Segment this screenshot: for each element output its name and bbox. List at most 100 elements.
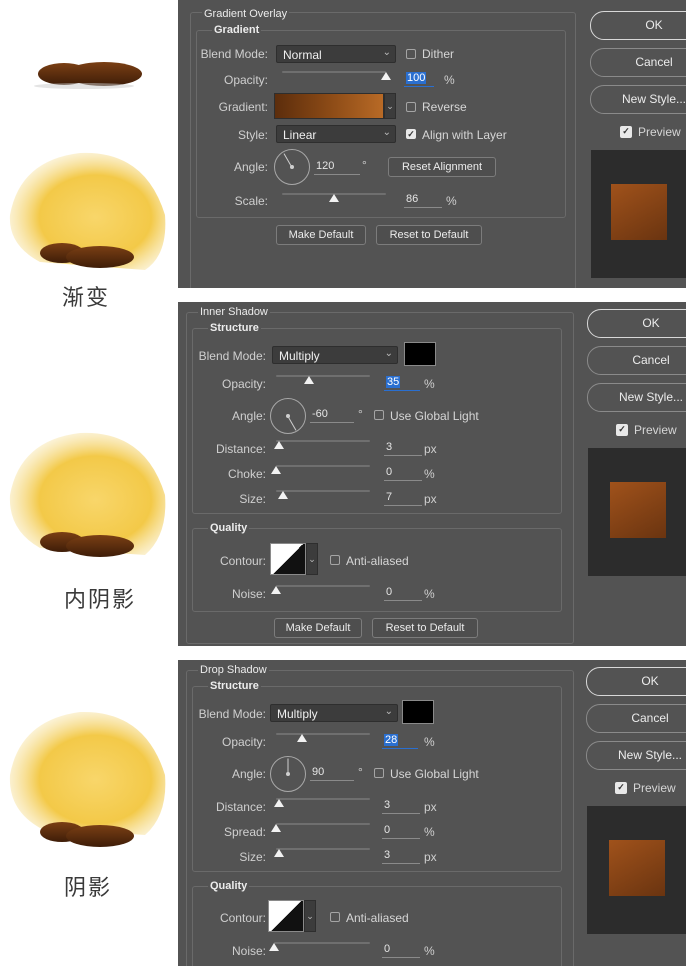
shadow-color-swatch[interactable] bbox=[402, 700, 434, 724]
ok-button[interactable]: OK bbox=[586, 667, 686, 696]
slider-thumb[interactable] bbox=[329, 194, 339, 202]
contour-picker[interactable] bbox=[270, 543, 306, 575]
chevron-down-icon: ⌄ bbox=[306, 911, 314, 921]
opacity-input[interactable]: 35 bbox=[384, 376, 420, 391]
use-global-light-checkbox[interactable] bbox=[374, 768, 384, 778]
chevron-down-icon: ⌄ bbox=[382, 127, 391, 138]
panel-title: Drop Shadow bbox=[198, 664, 269, 676]
opacity-input[interactable]: 100 bbox=[404, 72, 434, 87]
size-value: 3 bbox=[384, 849, 391, 861]
slider-thumb[interactable] bbox=[269, 943, 279, 951]
noise-value: 0 bbox=[386, 586, 393, 598]
shadow-color-swatch[interactable] bbox=[404, 342, 436, 366]
reverse-checkbox[interactable] bbox=[406, 102, 416, 112]
reset-to-default-button[interactable]: Reset to Default bbox=[376, 225, 482, 245]
angle-input[interactable]: 90 bbox=[310, 766, 354, 781]
slider-thumb[interactable] bbox=[381, 72, 391, 80]
slider-thumb[interactable] bbox=[271, 586, 281, 594]
gradient-dropdown[interactable]: ⌄ bbox=[384, 93, 396, 119]
angle-value: 120 bbox=[316, 160, 335, 172]
opacity-slider[interactable] bbox=[276, 730, 370, 742]
angle-dial[interactable] bbox=[270, 398, 306, 434]
opacity-input[interactable]: 28 bbox=[382, 734, 418, 749]
blend-mode-select[interactable]: Normal ⌄ bbox=[276, 45, 396, 63]
cancel-button[interactable]: Cancel bbox=[586, 704, 686, 733]
spread-input[interactable]: 0 bbox=[382, 824, 420, 839]
anti-aliased-checkbox[interactable] bbox=[330, 912, 340, 922]
reset-to-default-button[interactable]: Reset to Default bbox=[372, 618, 478, 638]
angle-dial[interactable] bbox=[270, 756, 306, 792]
new-style-button[interactable]: New Style... bbox=[590, 85, 686, 114]
slider-thumb[interactable] bbox=[277, 491, 288, 499]
noise-input[interactable]: 0 bbox=[382, 943, 420, 958]
style-label: Style: bbox=[237, 128, 268, 142]
chevron-down-icon: ⌄ bbox=[386, 101, 394, 111]
choke-slider[interactable] bbox=[271, 462, 370, 474]
scale-input[interactable]: 86 bbox=[404, 193, 442, 208]
preview-swatch bbox=[610, 482, 666, 538]
angle-input[interactable]: -60 bbox=[310, 408, 354, 423]
size-slider[interactable] bbox=[276, 487, 370, 499]
distance-label: Distance: bbox=[215, 442, 266, 456]
blend-mode-select[interactable]: Multiply ⌄ bbox=[272, 346, 398, 364]
use-global-light-label: Use Global Light bbox=[390, 409, 479, 423]
size-slider[interactable] bbox=[273, 845, 370, 857]
scale-unit: % bbox=[446, 194, 457, 208]
scale-slider[interactable] bbox=[282, 190, 386, 202]
distance-input[interactable]: 3 bbox=[382, 799, 420, 814]
opacity-slider[interactable] bbox=[276, 372, 370, 384]
distance-value: 3 bbox=[386, 441, 393, 453]
slider-thumb[interactable] bbox=[271, 466, 281, 474]
inner-shadow-panel: Inner Shadow Structure Blend Mode: Multi… bbox=[178, 302, 686, 646]
slider-thumb[interactable] bbox=[273, 441, 284, 449]
anti-aliased-checkbox[interactable] bbox=[330, 555, 340, 565]
ok-button[interactable]: OK bbox=[587, 309, 686, 338]
noise-input[interactable]: 0 bbox=[384, 586, 422, 601]
chevron-down-icon: ⌄ bbox=[382, 47, 391, 58]
distance-slider[interactable] bbox=[273, 437, 370, 449]
angle-input[interactable]: 120 bbox=[314, 160, 360, 175]
distance-slider[interactable] bbox=[273, 795, 370, 807]
new-style-button[interactable]: New Style... bbox=[587, 383, 686, 412]
distance-input[interactable]: 3 bbox=[384, 441, 422, 456]
use-global-light-checkbox[interactable] bbox=[374, 410, 384, 420]
choke-input[interactable]: 0 bbox=[384, 466, 422, 481]
slider-thumb[interactable] bbox=[271, 824, 281, 832]
noise-slider[interactable] bbox=[271, 582, 370, 594]
new-style-button[interactable]: New Style... bbox=[586, 741, 686, 770]
slider-thumb[interactable] bbox=[297, 734, 308, 742]
ok-button[interactable]: OK bbox=[590, 11, 686, 40]
gradient-swatch[interactable] bbox=[274, 93, 384, 119]
contour-dropdown[interactable]: ⌄ bbox=[306, 543, 318, 575]
chevron-down-icon: ⌄ bbox=[384, 348, 393, 359]
slider-thumb[interactable] bbox=[303, 376, 314, 384]
spread-slider[interactable] bbox=[271, 820, 370, 832]
chestnut-top bbox=[34, 62, 142, 89]
align-with-layer-checkbox[interactable]: ✓ bbox=[406, 129, 416, 139]
contour-picker[interactable] bbox=[268, 900, 304, 932]
preview-checkbox[interactable]: ✓ bbox=[616, 424, 628, 436]
size-input[interactable]: 3 bbox=[382, 849, 420, 864]
dither-checkbox[interactable] bbox=[406, 49, 416, 59]
slider-thumb[interactable] bbox=[273, 799, 284, 807]
noise-slider[interactable] bbox=[269, 939, 370, 951]
drop-shadow-panel: Drop Shadow Structure Blend Mode: Multip… bbox=[178, 660, 686, 966]
size-input[interactable]: 7 bbox=[384, 491, 422, 506]
reset-alignment-button[interactable]: Reset Alignment bbox=[388, 157, 496, 177]
make-default-button[interactable]: Make Default bbox=[274, 618, 362, 638]
opacity-slider[interactable] bbox=[282, 68, 391, 80]
slider-thumb[interactable] bbox=[273, 849, 284, 857]
make-default-button[interactable]: Make Default bbox=[276, 225, 366, 245]
angle-dial[interactable] bbox=[274, 149, 310, 185]
blend-mode-label: Blend Mode: bbox=[198, 707, 266, 721]
style-select[interactable]: Linear ⌄ bbox=[276, 125, 396, 143]
preview-checkbox[interactable]: ✓ bbox=[620, 126, 632, 138]
cancel-button[interactable]: Cancel bbox=[590, 48, 686, 77]
gradient-label: Gradient: bbox=[218, 100, 268, 114]
preview-checkbox[interactable]: ✓ bbox=[615, 782, 627, 794]
cancel-button[interactable]: Cancel bbox=[587, 346, 686, 375]
choke-value: 0 bbox=[386, 466, 393, 478]
contour-label: Contour: bbox=[219, 911, 266, 925]
contour-dropdown[interactable]: ⌄ bbox=[304, 900, 316, 932]
blend-mode-select[interactable]: Multiply ⌄ bbox=[270, 704, 398, 722]
